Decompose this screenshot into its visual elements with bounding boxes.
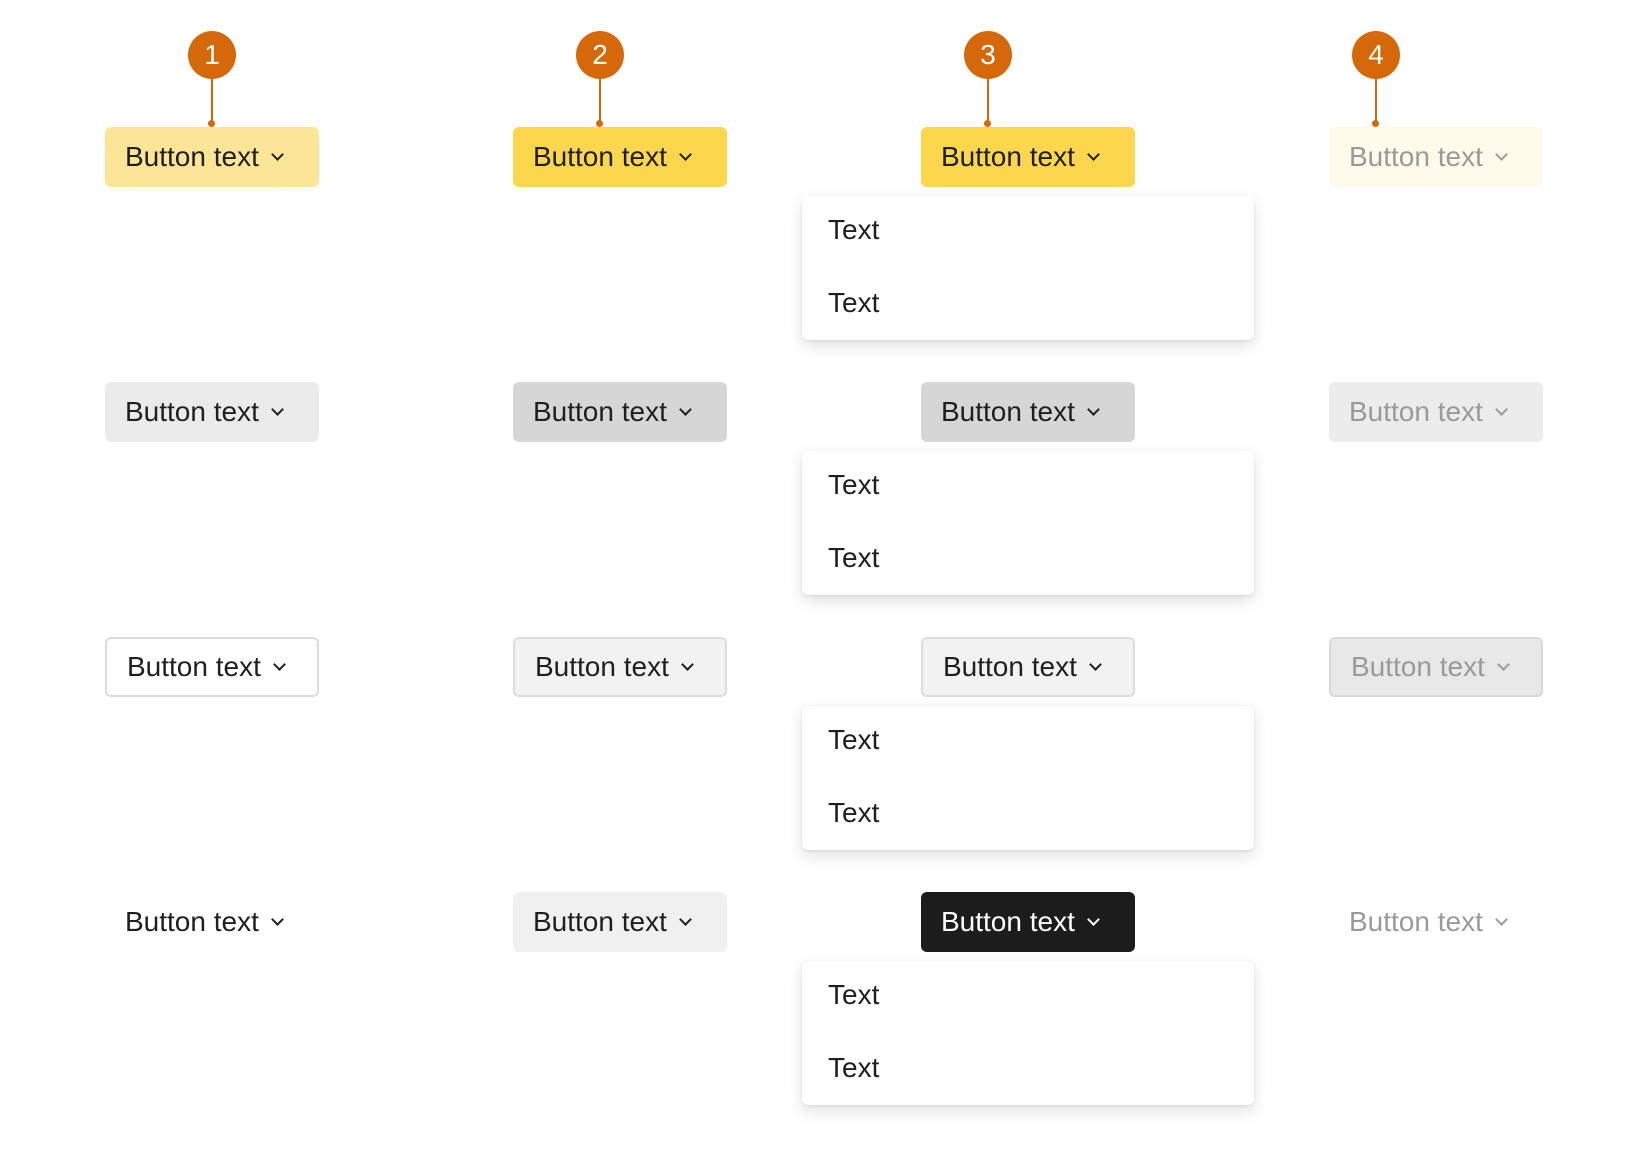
dropdown-button-secondary-disabled: Button text <box>1329 382 1543 442</box>
step-marker-2: 2 <box>570 0 630 130</box>
chevron-down-icon <box>1495 147 1508 161</box>
menu-item[interactable]: Text <box>828 724 879 756</box>
dropdown-button-primary-hover[interactable]: Button text <box>513 127 727 187</box>
step-marker-1: 1 <box>182 0 242 130</box>
menu-item[interactable]: Text <box>828 1052 879 1084</box>
chevron-down-icon <box>679 147 692 161</box>
connector-dot <box>984 120 991 127</box>
menu-item[interactable]: Text <box>828 797 879 829</box>
menu-item[interactable]: Text <box>828 542 879 574</box>
button-label: Button text <box>1349 141 1483 172</box>
step-badge-4: 4 <box>1352 31 1400 79</box>
chevron-down-icon <box>271 402 284 416</box>
button-label: Button text <box>125 141 259 172</box>
dropdown-button-secondary-default[interactable]: Button text <box>105 382 319 442</box>
connector-line <box>987 79 989 123</box>
chevron-down-icon <box>1087 147 1100 161</box>
button-label: Button text <box>1349 396 1483 427</box>
dropdown-button-outline-open[interactable]: Button text <box>921 637 1135 697</box>
button-label: Button text <box>941 906 1075 937</box>
dropdown-menu-outline: Text Text <box>802 706 1254 850</box>
menu-item[interactable]: Text <box>828 469 879 501</box>
connector-line <box>599 79 601 123</box>
menu-item[interactable]: Text <box>828 214 879 246</box>
chevron-down-icon <box>681 657 694 671</box>
step-badge-2: 2 <box>576 31 624 79</box>
connector-line <box>1375 79 1377 123</box>
step-badge-3: 3 <box>964 31 1012 79</box>
connector-dot <box>1372 120 1379 127</box>
button-label: Button text <box>941 141 1075 172</box>
chevron-down-icon <box>1497 657 1510 671</box>
button-label: Button text <box>943 651 1077 682</box>
button-label: Button text <box>533 396 667 427</box>
dropdown-menu-secondary: Text Text <box>802 451 1254 595</box>
menu-item[interactable]: Text <box>828 287 879 319</box>
dropdown-button-primary-disabled: Button text <box>1329 127 1543 187</box>
chevron-down-icon <box>1087 912 1100 926</box>
dropdown-menu-primary: Text Text <box>802 196 1254 340</box>
step-badge-1: 1 <box>188 31 236 79</box>
chevron-down-icon <box>271 912 284 926</box>
dropdown-button-outline-hover[interactable]: Button text <box>513 637 727 697</box>
button-label: Button text <box>1351 651 1485 682</box>
button-label: Button text <box>127 651 261 682</box>
chevron-down-icon <box>1495 912 1508 926</box>
dropdown-button-secondary-hover[interactable]: Button text <box>513 382 727 442</box>
connector-dot <box>596 120 603 127</box>
dropdown-button-ghost-disabled: Button text <box>1329 892 1543 952</box>
step-marker-4: 4 <box>1346 0 1406 130</box>
connector-line <box>211 79 213 123</box>
chevron-down-icon <box>679 912 692 926</box>
button-label: Button text <box>533 906 667 937</box>
dropdown-button-secondary-open[interactable]: Button text <box>921 382 1135 442</box>
dropdown-menu-ghost: Text Text <box>802 961 1254 1105</box>
chevron-down-icon <box>679 402 692 416</box>
button-label: Button text <box>535 651 669 682</box>
dropdown-button-outline-disabled: Button text <box>1329 637 1543 697</box>
chevron-down-icon <box>1495 402 1508 416</box>
chevron-down-icon <box>1089 657 1102 671</box>
button-label: Button text <box>125 906 259 937</box>
button-label: Button text <box>125 396 259 427</box>
connector-dot <box>208 120 215 127</box>
menu-item[interactable]: Text <box>828 979 879 1011</box>
button-label: Button text <box>1349 906 1483 937</box>
dropdown-button-primary-default[interactable]: Button text <box>105 127 319 187</box>
dropdown-button-primary-open[interactable]: Button text <box>921 127 1135 187</box>
chevron-down-icon <box>273 657 286 671</box>
button-label: Button text <box>941 396 1075 427</box>
step-marker-3: 3 <box>958 0 1018 130</box>
dropdown-button-ghost-open[interactable]: Button text <box>921 892 1135 952</box>
dropdown-button-ghost-default[interactable]: Button text <box>105 892 319 952</box>
chevron-down-icon <box>1087 402 1100 416</box>
dropdown-button-outline-default[interactable]: Button text <box>105 637 319 697</box>
chevron-down-icon <box>271 147 284 161</box>
dropdown-button-ghost-hover[interactable]: Button text <box>513 892 727 952</box>
button-label: Button text <box>533 141 667 172</box>
